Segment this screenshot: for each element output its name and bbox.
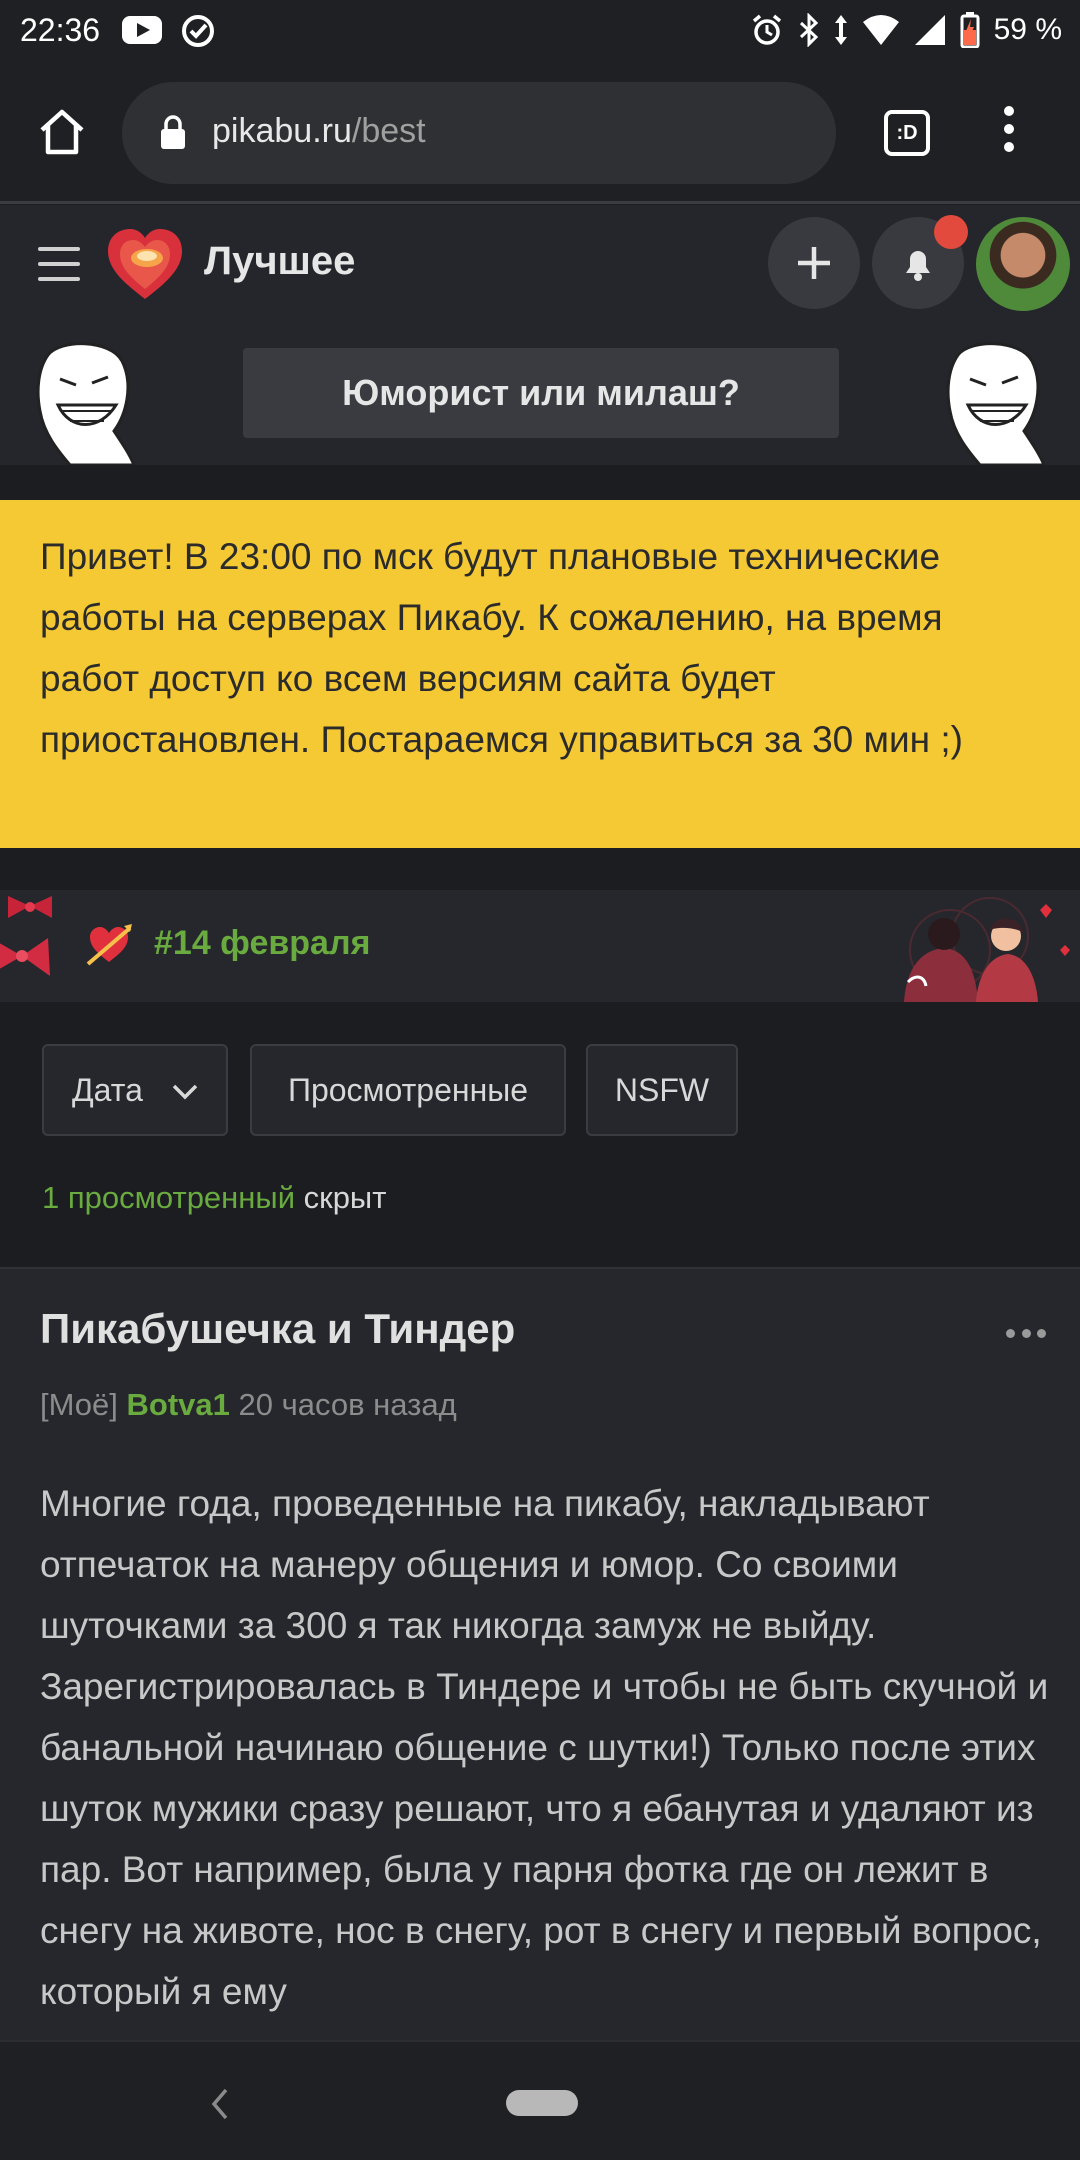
story-author-link[interactable]: Botva1 bbox=[127, 1387, 230, 1422]
story-meta: [Моё] Botva1 20 часов назад bbox=[40, 1387, 457, 1423]
hidden-viewed-suffix: скрыт bbox=[295, 1180, 387, 1215]
tab-switcher-button[interactable]: :D bbox=[884, 110, 930, 156]
lock-icon bbox=[161, 115, 185, 149]
battery-level: 59 % bbox=[993, 13, 1062, 46]
url-path: /best bbox=[351, 112, 426, 150]
url-host: pikabu.ru bbox=[212, 112, 352, 150]
plus-icon bbox=[798, 247, 830, 279]
laughing-face-icon bbox=[36, 342, 136, 465]
bell-icon bbox=[906, 251, 930, 281]
hamburger-menu-icon[interactable] bbox=[38, 247, 80, 281]
notice-text: Привет! В 23:00 по мск будут плановые те… bbox=[40, 536, 963, 760]
viewed-filter-button[interactable]: Просмотренные bbox=[250, 1044, 566, 1136]
site-header: Лучшее bbox=[0, 205, 1080, 335]
add-post-button[interactable] bbox=[768, 217, 860, 309]
system-nav-bar bbox=[0, 2040, 1080, 2160]
status-bar: 22:36 59 % bbox=[0, 0, 1080, 62]
story-card: Пикабушечка и Тиндер [Моё] Botva1 20 час… bbox=[0, 1267, 1080, 2040]
page-title: Лучшее bbox=[204, 239, 356, 283]
youtube-icon bbox=[122, 16, 162, 44]
date-filter-dropdown[interactable]: Дата bbox=[42, 1044, 228, 1136]
heart-arrow-icon bbox=[86, 924, 132, 966]
story-body: Многие года, проведенные на пикабу, накл… bbox=[40, 1483, 1049, 2012]
address-bar[interactable]: pikabu.ru/best bbox=[122, 82, 836, 184]
laughing-face-icon bbox=[946, 342, 1046, 465]
status-icons: 59 % bbox=[750, 10, 1062, 50]
avatar[interactable] bbox=[976, 217, 1070, 311]
story-more-options-icon[interactable] bbox=[1006, 1329, 1046, 1339]
chevron-down-icon bbox=[172, 1084, 198, 1100]
wifi-icon bbox=[862, 15, 899, 45]
alarm-icon bbox=[752, 14, 781, 45]
holiday-tag-strip[interactable]: #14 февраля bbox=[0, 890, 1080, 1002]
data-arrows-icon bbox=[834, 15, 847, 45]
story-title[interactable]: Пикабушечка и Тиндер bbox=[40, 1305, 515, 1353]
hidden-viewed-info: 1 просмотренный скрыт bbox=[42, 1180, 386, 1216]
signal-icon bbox=[914, 15, 945, 45]
bows-decoration bbox=[0, 896, 52, 976]
browser-toolbar: pikabu.ru/best :D bbox=[0, 62, 1080, 204]
couple-illustration bbox=[904, 897, 1070, 1002]
check-circle-icon bbox=[182, 15, 214, 47]
bluetooth-icon bbox=[799, 13, 818, 47]
pikabu-logo[interactable] bbox=[104, 223, 186, 305]
promo-banner: Юморист или милаш? bbox=[0, 335, 1080, 465]
hidden-viewed-link[interactable]: 1 просмотренный bbox=[42, 1180, 295, 1215]
nsfw-filter-button[interactable]: NSFW bbox=[586, 1044, 738, 1136]
notification-badge bbox=[934, 215, 968, 249]
maintenance-notice: Привет! В 23:00 по мск будут плановые те… bbox=[0, 500, 1080, 848]
holiday-tag-link[interactable]: #14 февраля bbox=[154, 924, 370, 963]
story-tag: [Моё] bbox=[40, 1387, 118, 1422]
overflow-menu-icon[interactable] bbox=[998, 106, 1020, 160]
home-icon[interactable] bbox=[36, 106, 88, 158]
url-text[interactable]: pikabu.ru/best bbox=[212, 112, 426, 151]
humor-quiz-button[interactable]: Юморист или милаш? bbox=[243, 348, 839, 438]
date-filter-label: Дата bbox=[72, 1071, 143, 1108]
back-icon[interactable] bbox=[206, 2086, 234, 2122]
home-pill-button[interactable] bbox=[506, 2090, 578, 2116]
clock: 22:36 bbox=[20, 12, 101, 48]
battery-icon bbox=[960, 12, 980, 48]
story-time: 20 часов назад bbox=[238, 1387, 457, 1422]
feed-filters: Дата Просмотренные NSFW 1 просмотренный … bbox=[0, 1002, 1080, 1267]
